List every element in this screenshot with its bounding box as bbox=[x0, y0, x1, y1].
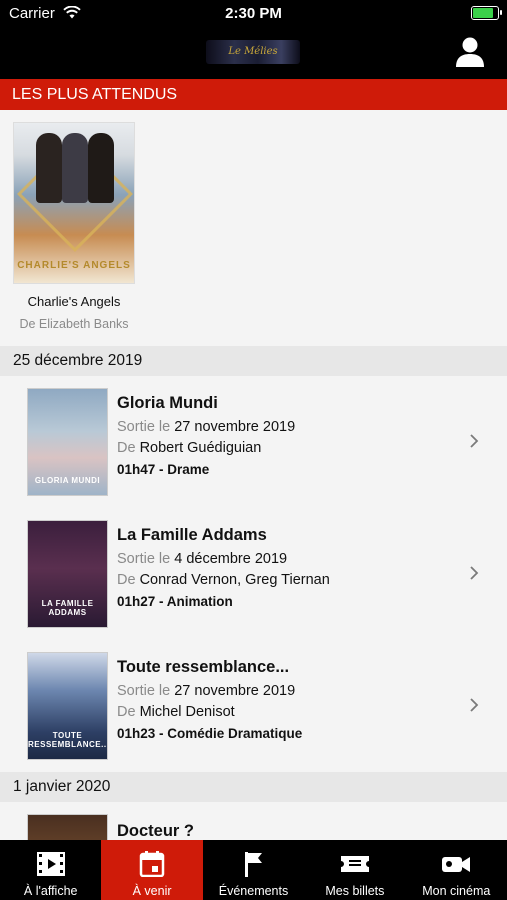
tab-label: Mes billets bbox=[325, 884, 385, 898]
flag-icon bbox=[245, 852, 263, 877]
movie-director: Michel Denisot bbox=[139, 704, 235, 720]
movie-poster: GLORIA MUNDI bbox=[27, 388, 108, 496]
movie-poster: CHARLIE'S ANGELS bbox=[13, 122, 135, 284]
user-account-icon[interactable] bbox=[455, 36, 485, 68]
tab-label: À venir bbox=[132, 884, 172, 898]
featured-movie-director: De Elizabeth Banks bbox=[19, 317, 129, 331]
movie-duration-genre: 01h27 - Animation bbox=[117, 594, 233, 609]
tab-mes-billets[interactable]: Mes billets bbox=[304, 840, 405, 900]
date-header: 25 décembre 2019 bbox=[0, 346, 507, 376]
director-prefix: De bbox=[117, 440, 136, 456]
tab-label: Mon cinéma bbox=[422, 884, 491, 898]
movie-row[interactable]: TOUTE RESSEMBLANCE... Toute ressemblance… bbox=[0, 640, 507, 772]
movie-row[interactable]: GLORIA MUNDI Gloria Mundi Sortie le 27 n… bbox=[0, 376, 507, 508]
movie-title: Toute ressemblance... bbox=[117, 658, 290, 676]
film-icon bbox=[36, 852, 65, 876]
chevron-right-icon bbox=[470, 566, 479, 580]
release-prefix: Sortie le bbox=[117, 551, 171, 567]
ticket-icon bbox=[340, 856, 369, 872]
movie-title: La Famille Addams bbox=[117, 526, 267, 544]
chevron-right-icon bbox=[470, 698, 479, 712]
section-header-most-awaited: LES PLUS ATTENDUS bbox=[0, 79, 507, 110]
date-header: 1 janvier 2020 bbox=[0, 772, 507, 802]
release-date: 27 novembre 2019 bbox=[174, 683, 296, 699]
nav-bar: Le Mélies bbox=[0, 28, 507, 79]
tab-evenements[interactable]: Événements bbox=[203, 840, 304, 900]
release-prefix: Sortie le bbox=[117, 683, 171, 699]
tab-a-laffiche[interactable]: À l'affiche bbox=[0, 840, 101, 900]
release-prefix: Sortie le bbox=[117, 419, 171, 435]
release-date: 4 décembre 2019 bbox=[174, 551, 288, 567]
tab-label: Événements bbox=[218, 884, 289, 898]
featured-movie-card[interactable]: CHARLIE'S ANGELS Charlie's Angels De Eli… bbox=[9, 122, 139, 331]
calendar-icon bbox=[139, 851, 165, 877]
bottom-tab-bar: À l'affiche À venir Événements Mes bille… bbox=[0, 840, 507, 900]
movie-director: Conrad Vernon, Greg Tiernan bbox=[139, 572, 330, 588]
director-prefix: De bbox=[117, 572, 136, 588]
video-camera-icon bbox=[442, 857, 471, 872]
clock: 2:30 PM bbox=[225, 5, 282, 22]
cinema-logo[interactable]: Le Mélies bbox=[206, 40, 300, 64]
movie-duration-genre: 01h23 - Comédie Dramatique bbox=[117, 726, 303, 741]
director-prefix: De bbox=[117, 704, 136, 720]
tab-label: À l'affiche bbox=[23, 884, 78, 898]
movie-poster: LA FAMILLE ADDAMS bbox=[27, 520, 108, 628]
movie-row[interactable]: LA FAMILLE ADDAMS La Famille Addams Sort… bbox=[0, 508, 507, 640]
movie-duration-genre: 01h47 - Drame bbox=[117, 462, 210, 477]
movie-title: Gloria Mundi bbox=[117, 394, 218, 412]
tab-a-venir[interactable]: À venir bbox=[101, 840, 203, 900]
status-bar: Carrier 2:30 PM bbox=[0, 0, 507, 28]
movie-director: Robert Guédiguian bbox=[139, 440, 262, 456]
featured-movie-title: Charlie's Angels bbox=[27, 294, 121, 309]
featured-carousel: CHARLIE'S ANGELS Charlie's Angels De Eli… bbox=[0, 110, 507, 346]
battery-icon bbox=[471, 6, 502, 20]
release-date: 27 novembre 2019 bbox=[174, 419, 296, 435]
tab-mon-cinema[interactable]: Mon cinéma bbox=[406, 840, 507, 900]
movie-poster: TOUTE RESSEMBLANCE... bbox=[27, 652, 108, 760]
chevron-right-icon bbox=[470, 434, 479, 448]
